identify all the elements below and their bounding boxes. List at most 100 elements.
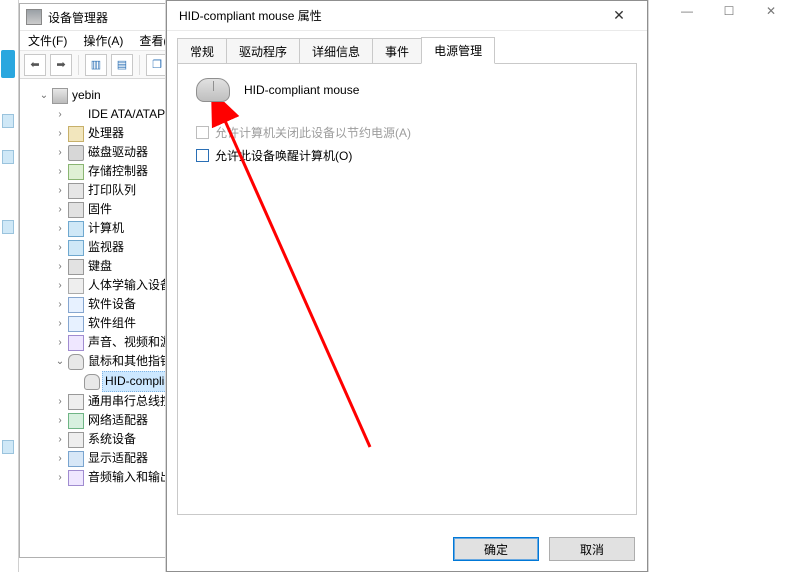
category-icon bbox=[68, 259, 84, 275]
dialog-button-row: 确定 取消 bbox=[453, 537, 635, 561]
toolbar-back-button[interactable]: ⬅ bbox=[24, 54, 46, 76]
toolbar-forward-button[interactable]: ➡ bbox=[50, 54, 72, 76]
device-manager-icon bbox=[26, 9, 42, 25]
category-icon bbox=[68, 240, 84, 256]
tree-node-label: 系统设备 bbox=[88, 430, 136, 449]
tab-3[interactable]: 事件 bbox=[372, 38, 422, 64]
device-name-label: HID-compliant mouse bbox=[244, 83, 359, 97]
expander-icon[interactable]: › bbox=[54, 392, 66, 411]
tree-node-label: 磁盘驱动器 bbox=[88, 143, 148, 162]
category-icon bbox=[68, 413, 84, 429]
category-icon bbox=[68, 354, 84, 370]
category-icon bbox=[68, 164, 84, 180]
category-icon bbox=[68, 335, 84, 351]
tree-node-label: 显示适配器 bbox=[88, 449, 148, 468]
tree-node-label: 处理器 bbox=[88, 124, 124, 143]
checkbox-wake[interactable] bbox=[196, 149, 209, 162]
bg-max-icon[interactable]: ☐ bbox=[721, 4, 737, 18]
toolbar-button[interactable]: ❐ bbox=[146, 54, 168, 76]
ok-button[interactable]: 确定 bbox=[453, 537, 539, 561]
tab-label: 事件 bbox=[385, 45, 409, 59]
bg-min-icon[interactable]: — bbox=[679, 4, 695, 18]
tree-node-label: 监视器 bbox=[88, 238, 124, 257]
expander-icon[interactable]: › bbox=[54, 143, 66, 162]
expander-icon[interactable]: › bbox=[54, 219, 66, 238]
tree-node-label: 音频输入和输出 bbox=[88, 468, 172, 487]
category-icon bbox=[68, 202, 84, 218]
category-icon bbox=[68, 394, 84, 410]
close-icon: ✕ bbox=[613, 7, 625, 24]
tree-node-label: 打印队列 bbox=[88, 181, 136, 200]
expander-icon[interactable]: › bbox=[54, 333, 66, 352]
option-power-off-row: 允许计算机关闭此设备以节约电源(A) bbox=[196, 124, 618, 141]
tab-4[interactable]: 电源管理 bbox=[421, 37, 495, 64]
ok-button-label: 确定 bbox=[484, 541, 508, 558]
strip-stub bbox=[2, 440, 14, 454]
tree-node-label: 键盘 bbox=[88, 257, 112, 276]
tree-node-label: 计算机 bbox=[88, 219, 124, 238]
category-icon bbox=[68, 183, 84, 199]
expander-icon[interactable]: › bbox=[54, 449, 66, 468]
option-power-off-label: 允许计算机关闭此设备以节约电源(A) bbox=[215, 124, 411, 141]
toolbar-button[interactable]: ▤ bbox=[111, 54, 133, 76]
tree-node-label: 网络适配器 bbox=[88, 411, 148, 430]
expander-icon[interactable]: › bbox=[54, 200, 66, 219]
expander-icon[interactable]: › bbox=[54, 124, 66, 143]
background-window-controls: — ☐ ✕ bbox=[679, 4, 779, 18]
tree-root-label: yebin bbox=[72, 86, 101, 105]
device-header: HID-compliant mouse bbox=[196, 78, 618, 102]
strip-accent bbox=[1, 50, 15, 78]
tab-label: 常规 bbox=[190, 45, 214, 59]
tab-1[interactable]: 驱动程序 bbox=[226, 38, 300, 64]
bg-close-icon[interactable]: ✕ bbox=[763, 4, 779, 18]
tab-label: 电源管理 bbox=[434, 44, 482, 58]
expander-icon[interactable]: › bbox=[54, 162, 66, 181]
expander-icon[interactable]: › bbox=[54, 105, 66, 124]
category-icon bbox=[68, 297, 84, 313]
tree-node-label: 软件组件 bbox=[88, 314, 136, 333]
mouse-icon bbox=[196, 78, 230, 102]
category-icon bbox=[68, 316, 84, 332]
menu-file[interactable]: 文件(F) bbox=[24, 31, 71, 50]
expander-icon[interactable]: › bbox=[54, 238, 66, 257]
expander-icon[interactable]: › bbox=[54, 257, 66, 276]
option-wake-label: 允许此设备唤醒计算机(O) bbox=[215, 147, 352, 164]
expander-open-icon[interactable]: ⌄ bbox=[54, 352, 66, 371]
toolbar-button[interactable]: ▥ bbox=[85, 54, 107, 76]
tree-node-label: 存储控制器 bbox=[88, 162, 148, 181]
expander-icon[interactable]: › bbox=[54, 430, 66, 449]
tab-panel-power: HID-compliant mouse 允许计算机关闭此设备以节约电源(A) 允… bbox=[177, 63, 637, 515]
expander-icon[interactable]: ⌄ bbox=[38, 86, 50, 105]
computer-icon bbox=[52, 88, 68, 104]
option-wake-row[interactable]: 允许此设备唤醒计算机(O) bbox=[196, 147, 618, 164]
expander-icon[interactable]: › bbox=[54, 314, 66, 333]
category-icon bbox=[68, 221, 84, 237]
tree-node-label: 人体学输入设备 bbox=[88, 276, 172, 295]
dialog-titlebar[interactable]: HID-compliant mouse 属性 ✕ bbox=[167, 1, 647, 31]
expander-icon[interactable]: › bbox=[54, 468, 66, 487]
toolbar-sep bbox=[78, 55, 79, 75]
checkbox-power-off bbox=[196, 126, 209, 139]
expander-icon[interactable]: › bbox=[54, 295, 66, 314]
category-icon bbox=[68, 451, 84, 467]
toolbar-sep bbox=[139, 55, 140, 75]
tab-2[interactable]: 详细信息 bbox=[299, 38, 373, 64]
category-icon bbox=[68, 145, 84, 161]
expander-icon[interactable]: › bbox=[54, 181, 66, 200]
tree-node-label: 固件 bbox=[88, 200, 112, 219]
menu-action[interactable]: 操作(A) bbox=[79, 31, 127, 50]
cancel-button[interactable]: 取消 bbox=[549, 537, 635, 561]
expander-icon[interactable]: › bbox=[54, 276, 66, 295]
category-icon bbox=[68, 126, 84, 142]
tab-0[interactable]: 常规 bbox=[177, 38, 227, 64]
tab-label: 详细信息 bbox=[312, 45, 360, 59]
tree-node-label: 软件设备 bbox=[88, 295, 136, 314]
category-icon bbox=[68, 278, 84, 294]
left-app-strip bbox=[0, 0, 19, 572]
properties-dialog: HID-compliant mouse 属性 ✕ 常规驱动程序详细信息 事件 电源管… bbox=[166, 0, 648, 572]
category-icon bbox=[68, 107, 84, 123]
expander-icon[interactable]: › bbox=[54, 411, 66, 430]
strip-stub bbox=[2, 220, 14, 234]
device-manager-title: 设备管理器 bbox=[48, 9, 108, 26]
close-button[interactable]: ✕ bbox=[599, 3, 639, 29]
